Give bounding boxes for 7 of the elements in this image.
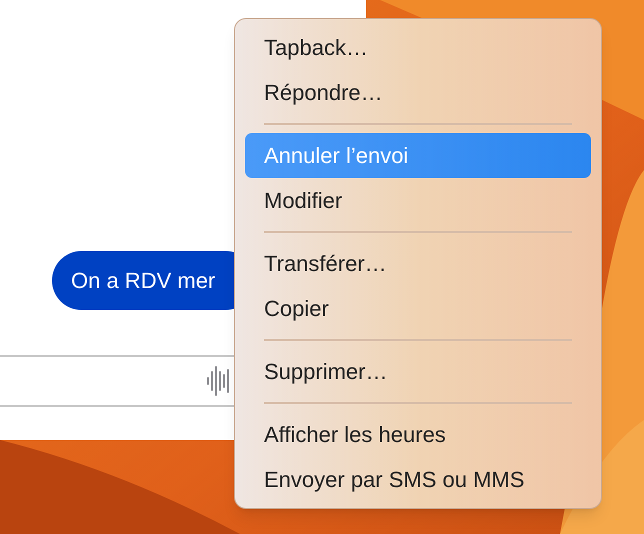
menu-item[interactable]: Afficher les heures [245,412,591,457]
menu-item[interactable]: Répondre… [245,70,591,115]
waveform-icon[interactable] [207,366,231,396]
menu-item[interactable]: Supprimer… [245,349,591,394]
menu-item[interactable]: Tapback… [245,25,591,70]
menu-item[interactable]: Envoyer par SMS ou MMS [245,457,591,502]
menu-item[interactable]: Modifier [245,178,591,223]
